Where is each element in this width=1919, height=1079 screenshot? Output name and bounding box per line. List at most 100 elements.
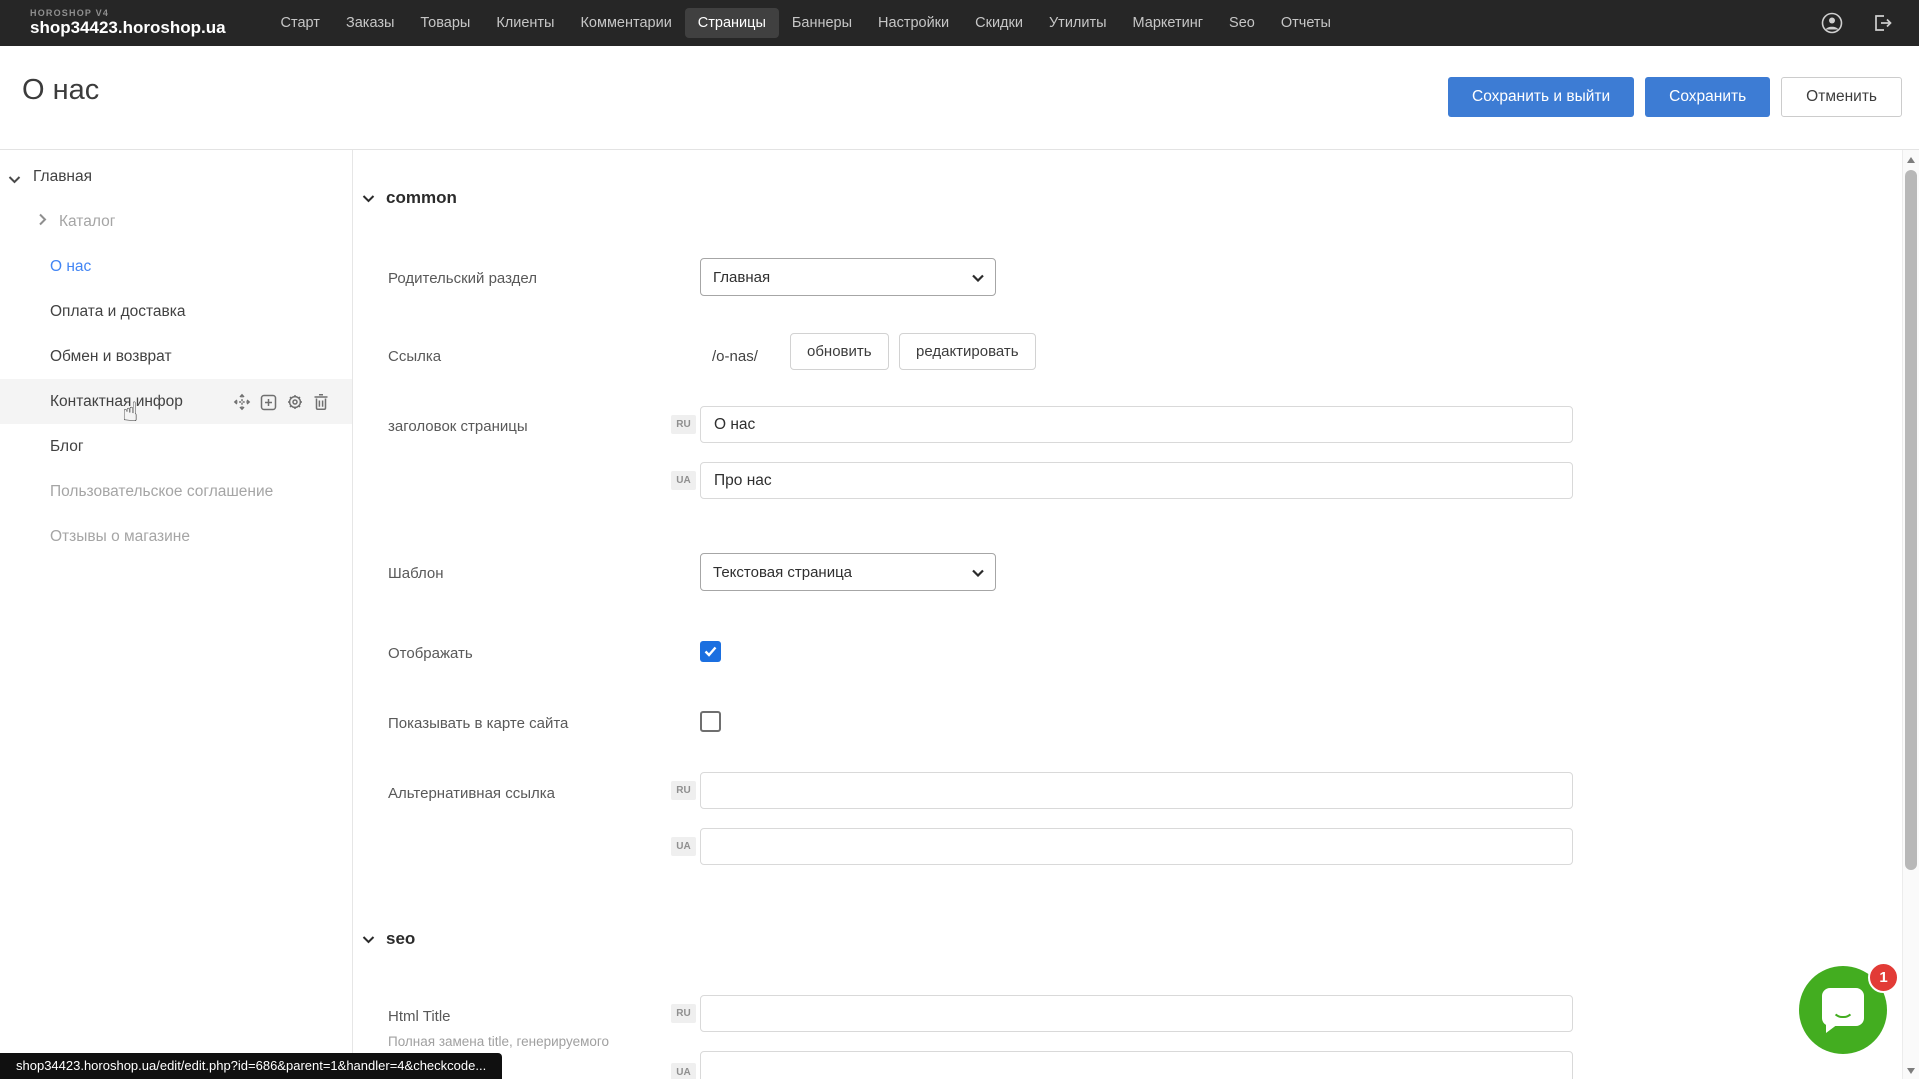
alt-link-ua-input[interactable]: [700, 828, 1573, 865]
chevron-down-icon: [362, 935, 375, 944]
display-checkbox[interactable]: [700, 641, 721, 662]
pages-tree-sidebar: Главная Каталог О нас Оплата и доставка …: [0, 150, 353, 1079]
chevron-right-icon[interactable]: [38, 213, 47, 231]
chevron-down-icon[interactable]: [8, 171, 21, 189]
nav-item-pages[interactable]: Страницы: [685, 8, 779, 38]
sidebar-item-label: Пользовательское соглашение: [50, 483, 273, 501]
chat-icon: [1822, 988, 1864, 1026]
sitemap-checkbox[interactable]: [700, 711, 721, 732]
delete-icon[interactable]: [313, 393, 329, 411]
cancel-button[interactable]: Отменить: [1781, 77, 1902, 117]
sidebar-item-otzyvy[interactable]: Отзывы о магазине: [0, 514, 352, 559]
nav-item-clients[interactable]: Клиенты: [483, 8, 567, 38]
template-value: Текстовая страница: [713, 564, 852, 581]
check-icon: [704, 646, 717, 657]
save-button[interactable]: Сохранить: [1645, 77, 1770, 117]
nav-item-start[interactable]: Старт: [268, 8, 333, 38]
settings-icon[interactable]: [286, 393, 304, 411]
nav-item-seo[interactable]: Seo: [1216, 8, 1268, 38]
section-heading: common: [386, 188, 457, 208]
section-heading: seo: [386, 929, 415, 949]
sidebar-item-label: О нас: [50, 258, 91, 276]
section-common[interactable]: common: [362, 188, 457, 208]
sidebar-item-kontaktnaya[interactable]: Контактная инфор ☝: [0, 379, 352, 424]
template-select[interactable]: Текстовая страница: [700, 553, 996, 591]
chat-unread-badge: 1: [1868, 962, 1899, 993]
parent-section-value: Главная: [713, 269, 770, 286]
move-icon[interactable]: [233, 393, 251, 411]
add-icon[interactable]: [260, 394, 277, 411]
sidebar-item-label: Главная: [33, 168, 92, 186]
chat-smile-icon: [1832, 1008, 1854, 1018]
nav-item-reports[interactable]: Отчеты: [1268, 8, 1344, 38]
nav-right-icons: [1821, 12, 1893, 34]
link-path: /o-nas/: [712, 348, 758, 365]
lang-badge-ru: RU: [671, 781, 696, 800]
page-title-ru-input[interactable]: [700, 406, 1573, 443]
nav-item-comments[interactable]: Комментарии: [567, 8, 684, 38]
sidebar-item-label: Обмен и возврат: [50, 348, 172, 366]
alt-link-label: Альтернативная ссылка: [388, 785, 555, 802]
nav-item-products[interactable]: Товары: [407, 8, 483, 38]
save-and-exit-button[interactable]: Сохранить и выйти: [1448, 77, 1634, 117]
alt-link-ru-input[interactable]: [700, 772, 1573, 809]
sidebar-item-label: Оплата и доставка: [50, 303, 186, 321]
sidebar-item-glavnaya[interactable]: Главная: [0, 154, 352, 199]
sitemap-label: Показывать в карте сайта: [388, 715, 568, 732]
display-label: Отображать: [388, 645, 473, 662]
html-title-ua-input[interactable]: [700, 1051, 1573, 1079]
logout-icon[interactable]: [1871, 12, 1893, 34]
page-title-label: заголовок страницы: [388, 418, 528, 435]
html-title-ru-input[interactable]: [700, 995, 1573, 1032]
chevron-down-icon: [972, 569, 984, 577]
page-title: О нас: [22, 74, 99, 107]
sidebar-item-label: Отзывы о магазине: [50, 528, 190, 546]
page-header: О нас Сохранить и выйти Сохранить Отмени…: [0, 46, 1919, 150]
nav-item-orders[interactable]: Заказы: [333, 8, 407, 38]
sidebar-item-label: Блог: [50, 438, 84, 456]
lang-badge-ru: RU: [671, 415, 696, 434]
brand-domain: shop34423.horoshop.ua: [30, 19, 226, 38]
parent-section-select[interactable]: Главная: [700, 258, 996, 296]
html-title-label: Html Title: [388, 1008, 451, 1025]
sidebar-item-label: Каталог: [59, 213, 115, 231]
nav-menu: Старт Заказы Товары Клиенты Комментарии …: [268, 8, 1344, 38]
nav-item-settings[interactable]: Настройки: [865, 8, 962, 38]
header-actions: Сохранить и выйти Сохранить Отменить: [1448, 77, 1902, 117]
template-label: Шаблон: [388, 565, 444, 582]
nav-item-marketing[interactable]: Маркетинг: [1120, 8, 1217, 38]
sidebar-item-soglashenie[interactable]: Пользовательское соглашение: [0, 469, 352, 514]
sidebar-item-oplata[interactable]: Оплата и доставка: [0, 289, 352, 334]
lang-badge-ua: UA: [671, 471, 696, 490]
scroll-up-arrow-icon[interactable]: [1907, 157, 1915, 163]
link-refresh-button[interactable]: обновить: [790, 333, 889, 370]
vertical-scrollbar[interactable]: [1902, 150, 1919, 1079]
sidebar-item-o-nas[interactable]: О нас: [0, 244, 352, 289]
chevron-down-icon: [972, 274, 984, 282]
nav-item-banners[interactable]: Баннеры: [779, 8, 865, 38]
sidebar-row-actions: [233, 393, 329, 411]
html-title-hint: Полная замена title, генерируемого: [388, 1034, 609, 1049]
link-edit-button[interactable]: редактировать: [899, 333, 1036, 370]
scroll-down-arrow-icon[interactable]: [1907, 1068, 1915, 1074]
user-icon[interactable]: [1821, 12, 1843, 34]
lang-badge-ru: RU: [671, 1004, 696, 1023]
top-nav: HOROSHOP V4 shop34423.horoshop.ua Старт …: [0, 0, 1919, 46]
scrollbar-thumb[interactable]: [1905, 170, 1917, 870]
sidebar-item-label: Контактная инфор: [50, 393, 183, 411]
lang-badge-ua: UA: [671, 1063, 696, 1079]
section-seo[interactable]: seo: [362, 929, 415, 949]
nav-item-utilities[interactable]: Утилиты: [1036, 8, 1120, 38]
sidebar-item-obmen[interactable]: Обмен и возврат: [0, 334, 352, 379]
sidebar-item-katalog[interactable]: Каталог: [0, 199, 352, 244]
sidebar-item-blog[interactable]: Блог: [0, 424, 352, 469]
admin-screen: HOROSHOP V4 shop34423.horoshop.ua Старт …: [0, 0, 1919, 1079]
parent-section-label: Родительский раздел: [388, 270, 537, 287]
chevron-down-icon: [362, 194, 375, 203]
page-title-ua-input[interactable]: [700, 462, 1573, 499]
chat-widget-button[interactable]: 1: [1799, 966, 1887, 1054]
browser-status-bar: shop34423.horoshop.ua/edit/edit.php?id=6…: [0, 1053, 502, 1079]
nav-item-discounts[interactable]: Скидки: [962, 8, 1036, 38]
lang-badge-ua: UA: [671, 837, 696, 856]
brand-logo[interactable]: HOROSHOP V4 shop34423.horoshop.ua: [30, 9, 226, 38]
